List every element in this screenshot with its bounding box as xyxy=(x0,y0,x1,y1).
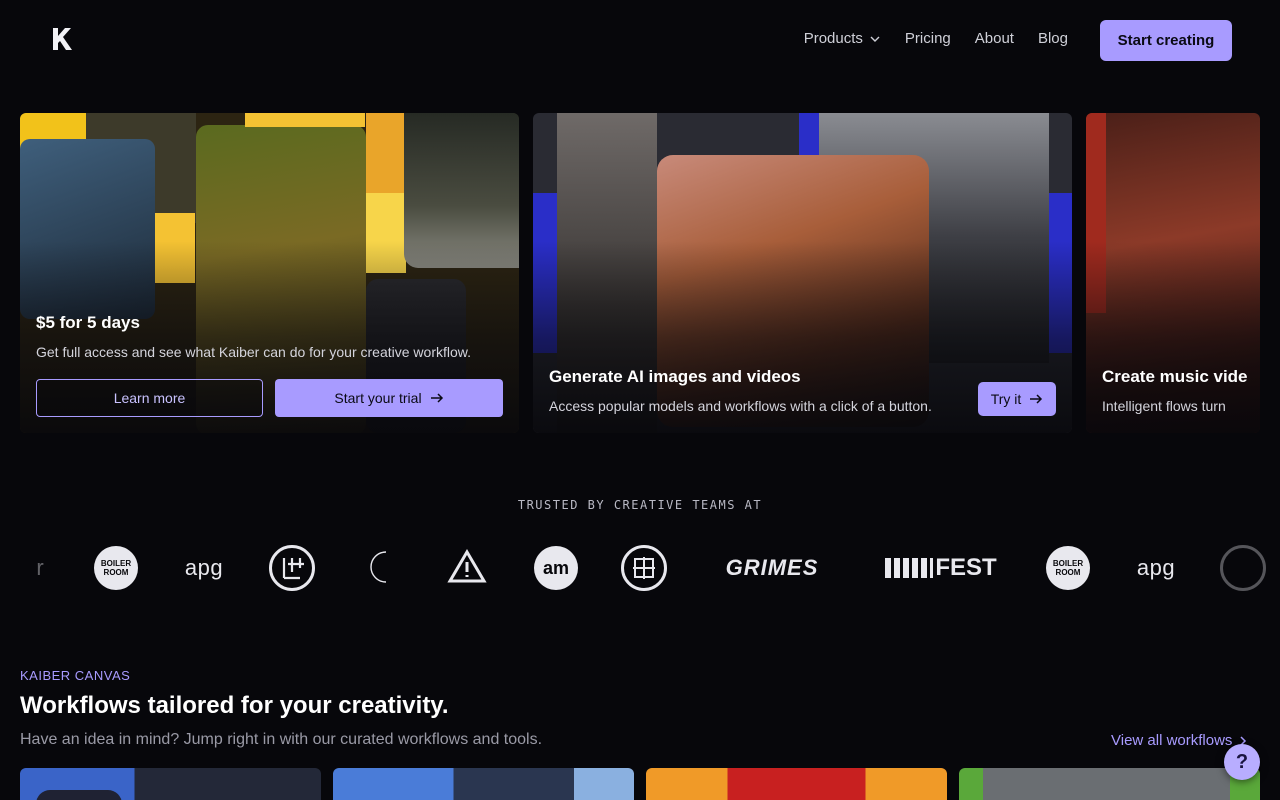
try-it-button[interactable]: Try it xyxy=(978,382,1056,416)
trusted-label: TRUSTED BY CREATIVE TEAMS AT xyxy=(517,498,763,512)
nav-about[interactable]: About xyxy=(975,30,1014,47)
generate-card: Generate AI images and videos Access pop… xyxy=(533,113,1072,433)
workflow-card-1[interactable] xyxy=(20,768,321,800)
learn-more-button[interactable]: Learn more xyxy=(36,379,263,417)
emblem-ring-icon xyxy=(269,545,315,591)
fest-logo-text: FEST xyxy=(935,554,997,581)
partial-logo: r xyxy=(36,555,44,580)
nav-products-label: Products xyxy=(803,30,863,47)
generate-title: Generate AI images and videos xyxy=(549,367,801,386)
trial-description: Get full access and see what Kaiber can … xyxy=(36,344,471,360)
workflow-card-2[interactable] xyxy=(333,768,634,800)
view-all-label: View all workflows xyxy=(1111,732,1233,749)
workflow-card-3[interactable] xyxy=(646,768,947,800)
workflow-chip xyxy=(36,790,122,800)
music-title: Create music vide xyxy=(1102,367,1248,386)
fest-pattern xyxy=(885,558,934,578)
start-trial-label: Start your trial xyxy=(334,390,422,406)
section-eyebrow: KAIBER CANVAS xyxy=(20,668,131,683)
kaiber-logo[interactable] xyxy=(50,26,74,52)
arrow-right-icon xyxy=(1030,394,1043,404)
fest-logo: FEST xyxy=(880,540,1002,596)
help-button[interactable]: ? xyxy=(1224,744,1260,780)
section-heading: Workflows tailored for your creativity. xyxy=(20,692,449,719)
top-nav: Products Pricing About Blog Start creati… xyxy=(0,0,1280,80)
trial-title: $5 for 5 days xyxy=(36,313,140,332)
boiler-room-logo: BOILER ROOM xyxy=(1046,540,1090,596)
nav-pricing[interactable]: Pricing xyxy=(905,30,951,47)
view-all-workflows-link[interactable]: View all workflows xyxy=(1111,732,1248,749)
start-trial-button[interactable]: Start your trial xyxy=(275,379,503,417)
music-card: Create music vide Intelligent flows turn xyxy=(1086,113,1260,433)
warning-triangle-logo xyxy=(444,540,490,596)
apg-logo: apg xyxy=(1136,555,1176,580)
nav-blog[interactable]: Blog xyxy=(1038,30,1068,47)
moon-logo xyxy=(362,540,396,596)
workflow-card-4[interactable] xyxy=(959,768,1260,800)
client-logo-strip: r BOILER ROOM apg am GRIMES FEST BOILER … xyxy=(0,540,1280,596)
boiler-room-logo-text: BOILER ROOM xyxy=(94,546,138,590)
emblem-ring-icon xyxy=(1220,545,1266,591)
generate-description: Access popular models and workflows with… xyxy=(549,398,932,414)
arrow-right-icon xyxy=(430,393,443,403)
section-subheading: Have an idea in mind? Jump right in with… xyxy=(20,731,543,748)
nav-links: Products Pricing About Blog xyxy=(804,30,1068,47)
emblem-logo xyxy=(268,540,316,596)
nav-products[interactable]: Products xyxy=(804,30,881,47)
partial-emblem-logo xyxy=(1220,540,1266,596)
trial-card: $5 for 5 days Get full access and see wh… xyxy=(20,113,519,433)
grimes-logo: GRIMES xyxy=(725,555,819,580)
seal-ring-icon xyxy=(621,545,667,591)
am-logo: am xyxy=(534,540,578,596)
chevron-down-icon xyxy=(870,36,880,42)
try-it-label: Try it xyxy=(990,391,1022,407)
music-description: Intelligent flows turn xyxy=(1102,398,1226,414)
seal-logo xyxy=(620,540,668,596)
start-creating-button[interactable]: Start creating xyxy=(1100,20,1232,61)
boiler-room-logo-text: BOILER ROOM xyxy=(1046,546,1090,590)
apg-logo: apg xyxy=(184,555,224,580)
boiler-room-logo: BOILER ROOM xyxy=(94,540,138,596)
